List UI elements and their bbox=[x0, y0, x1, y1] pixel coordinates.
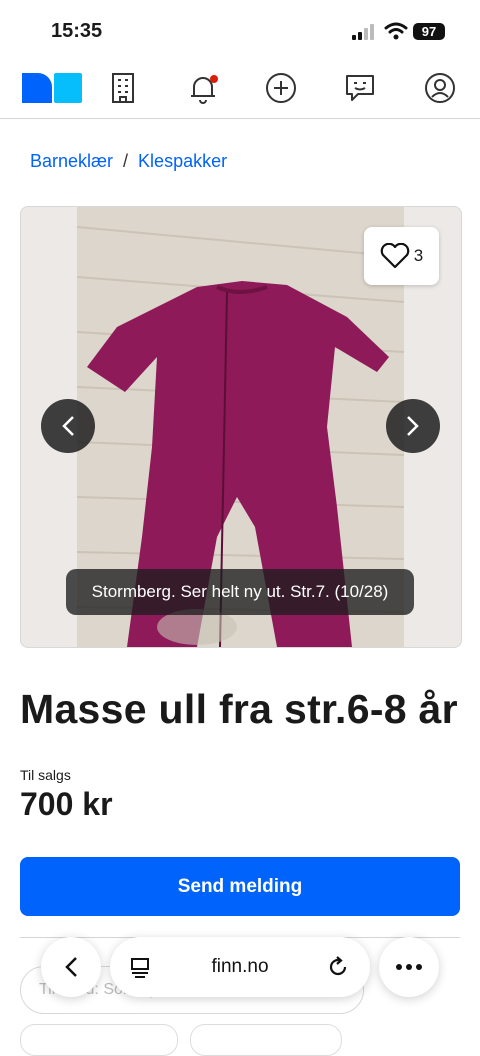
chevron-right-icon bbox=[407, 416, 419, 436]
ellipsis-icon bbox=[396, 964, 422, 970]
suggestion-chip[interactable] bbox=[190, 1024, 342, 1056]
finn-logo[interactable] bbox=[22, 73, 82, 103]
send-message-button[interactable]: Send melding bbox=[20, 857, 460, 916]
top-navbar bbox=[0, 60, 480, 119]
battery-indicator: 97 bbox=[413, 23, 445, 40]
heart-icon bbox=[380, 243, 410, 269]
chat-icon[interactable] bbox=[342, 70, 378, 106]
suggestion-chips-row bbox=[20, 1024, 460, 1056]
breadcrumb-link-subcategory[interactable]: Klespakker bbox=[138, 151, 227, 171]
chevron-left-icon bbox=[62, 416, 74, 436]
browser-back-button[interactable] bbox=[41, 937, 101, 997]
plus-circle-icon[interactable] bbox=[263, 70, 299, 106]
listing-title: Masse ull fra str.6-8 år bbox=[20, 686, 458, 732]
chevron-left-icon bbox=[65, 957, 77, 977]
reload-icon[interactable] bbox=[324, 953, 352, 981]
favorite-button[interactable]: 3 bbox=[364, 227, 439, 285]
address-bar[interactable]: finn.no bbox=[110, 937, 370, 997]
bell-icon[interactable] bbox=[185, 70, 221, 106]
previous-image-button[interactable] bbox=[41, 399, 95, 453]
profile-icon[interactable] bbox=[422, 70, 458, 106]
status-label: Til salgs bbox=[20, 767, 71, 783]
favorites-count: 3 bbox=[413, 246, 424, 265]
breadcrumb: Barneklær / Klespakker bbox=[30, 151, 227, 172]
building-icon[interactable] bbox=[105, 70, 141, 106]
status-bar: 15:35 97 bbox=[0, 0, 480, 60]
next-image-button[interactable] bbox=[386, 399, 440, 453]
image-caption: Stormberg. Ser helt ny ut. Str.7. (10/28… bbox=[66, 569, 414, 615]
status-time: 15:35 bbox=[51, 20, 103, 42]
cellular-signal-icon bbox=[352, 24, 374, 40]
suggestion-chip[interactable] bbox=[20, 1024, 178, 1056]
listing-price: 700 kr bbox=[20, 786, 113, 822]
breadcrumb-separator: / bbox=[123, 151, 129, 171]
more-options-button[interactable] bbox=[379, 937, 439, 997]
wifi-icon bbox=[384, 22, 408, 40]
breadcrumb-link-category[interactable]: Barneklær bbox=[30, 151, 113, 171]
